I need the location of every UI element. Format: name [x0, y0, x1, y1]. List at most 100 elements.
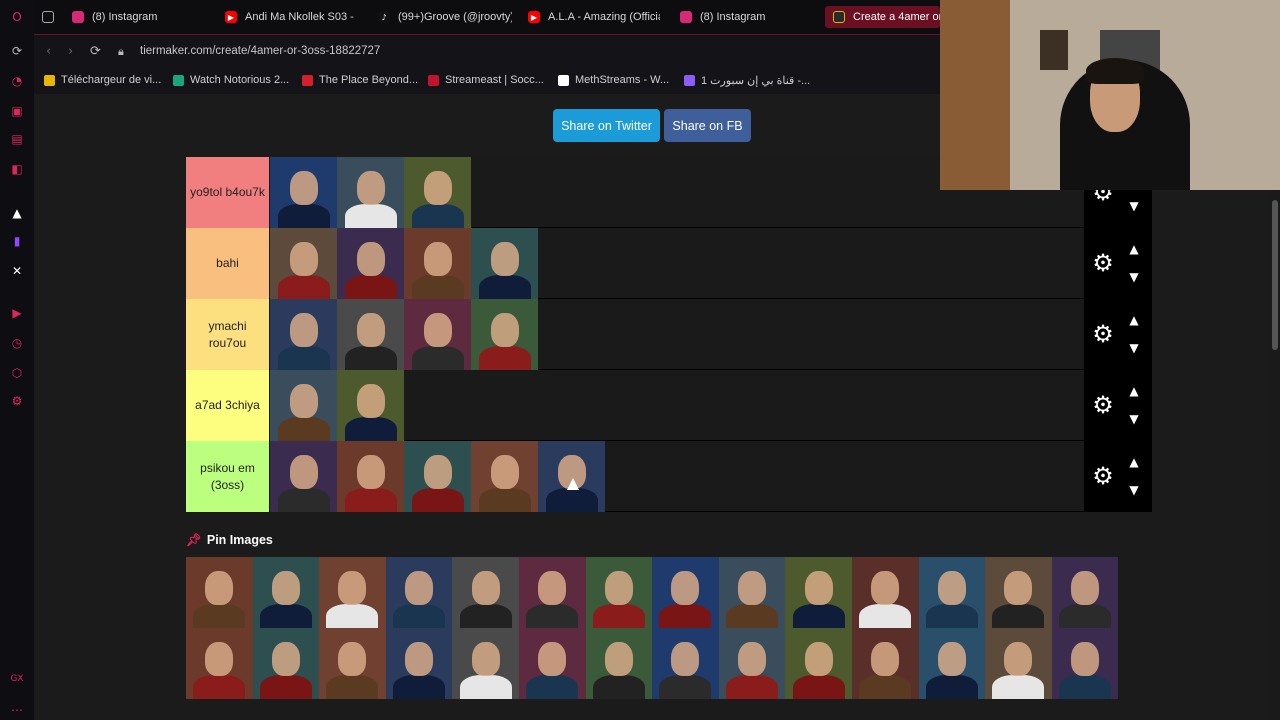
forward-icon[interactable]: › [68, 44, 73, 59]
pin-image[interactable] [851, 557, 919, 628]
pin-image[interactable] [319, 557, 386, 628]
tier-label[interactable]: bahi [186, 228, 269, 299]
bookmark-item[interactable]: The Place Beyond... [302, 74, 418, 86]
page-scrollbar[interactable] [1272, 200, 1278, 350]
move-up-icon[interactable]: ▲ [1126, 313, 1142, 327]
tier-label[interactable]: yo9tol b4ou7k [186, 157, 269, 228]
gear-icon[interactable]: ⚙ [1090, 321, 1116, 347]
pin-image[interactable] [785, 628, 852, 699]
pin-image[interactable] [385, 557, 453, 628]
speed-icon[interactable]: ◔ [8, 72, 26, 90]
pin-image[interactable] [585, 557, 653, 628]
back-icon[interactable]: ‹ [46, 44, 51, 59]
gx-icon[interactable]: ◧ [8, 160, 26, 178]
reload-icon[interactable]: ⟳ [90, 44, 101, 59]
tier-item-image[interactable] [270, 228, 337, 299]
pin-image[interactable] [985, 628, 1052, 699]
url-input[interactable]: tiermaker.com/create/4amer-or-3oss-18822… [140, 45, 380, 57]
tier-label[interactable]: a7ad 3chiya [186, 370, 269, 441]
twitch-icon[interactable]: ▮ [8, 232, 26, 250]
tier-item-image[interactable] [270, 370, 337, 441]
tier-item-image[interactable] [404, 441, 471, 512]
move-up-icon[interactable]: ▲ [1126, 384, 1142, 398]
tab-list-icon[interactable] [42, 6, 62, 28]
settings-icon[interactable]: ⚙ [8, 392, 26, 410]
bookmark-item[interactable]: Téléchargeur de vi... [44, 74, 161, 86]
move-down-icon[interactable]: ▼ [1126, 199, 1142, 213]
pin-image[interactable] [452, 628, 519, 699]
tier-item-image[interactable] [270, 157, 337, 228]
gear-icon[interactable]: ⚙ [1090, 250, 1116, 276]
share-facebook-button[interactable]: Share on FB [664, 109, 751, 142]
bookmark-item[interactable]: Watch Notorious 2... [173, 74, 289, 86]
tier-item-image[interactable] [270, 299, 337, 370]
x-icon[interactable]: ✕ [8, 262, 26, 280]
cube-icon[interactable]: ⬡ [8, 364, 26, 382]
pin-image[interactable] [252, 628, 320, 699]
move-up-icon[interactable]: ▲ [1126, 242, 1142, 256]
clock-icon[interactable]: ◷ [8, 334, 26, 352]
pin-image[interactable] [851, 628, 919, 699]
tab-youtube-2[interactable]: ▶ A.L.A - Amazing (Official [528, 6, 660, 28]
pin-image[interactable] [452, 557, 519, 628]
tier-item-image[interactable] [538, 441, 605, 512]
bookmark-item[interactable]: MethStreams - W... [558, 74, 669, 86]
tab-tiermaker[interactable]: Create a 4amer or [825, 6, 940, 28]
tier-item-image[interactable] [270, 441, 337, 512]
more-icon[interactable]: … [8, 698, 26, 716]
pin-image[interactable] [252, 557, 320, 628]
gear-icon[interactable]: ⚙ [1090, 392, 1116, 418]
tier-item-image[interactable] [337, 228, 404, 299]
bookmark-item[interactable]: Streameast | Socc... [428, 74, 544, 86]
pin-image[interactable] [186, 628, 253, 699]
pin-image[interactable] [385, 628, 453, 699]
pin-image[interactable] [985, 557, 1052, 628]
bookmark-item[interactable]: قناة بي إن سبورت 1 -... [684, 74, 810, 87]
move-down-icon[interactable]: ▼ [1126, 412, 1142, 426]
share-twitter-button[interactable]: Share on Twitter [553, 109, 660, 142]
tier-item-image[interactable] [337, 157, 404, 228]
tier-item-image[interactable] [404, 157, 471, 228]
refresh-icon[interactable]: ⟳ [8, 42, 26, 60]
tier-item-image[interactable] [337, 441, 404, 512]
pin-image[interactable] [652, 557, 719, 628]
opera-logo-icon[interactable]: O [8, 8, 26, 26]
pin-image[interactable] [518, 628, 586, 699]
move-up-icon[interactable]: ▲ [1126, 455, 1142, 469]
pin-image[interactable] [718, 557, 786, 628]
move-down-icon[interactable]: ▼ [1126, 270, 1142, 284]
tier-item-image[interactable] [471, 299, 538, 370]
tab-instagram-1[interactable]: (8) Instagram [72, 6, 212, 28]
tab-tiktok[interactable]: ♪ (99+)Groove (@jroovty) [378, 6, 512, 28]
bag-icon[interactable]: ▣ [8, 102, 26, 120]
gx-badge-icon[interactable]: GX [8, 670, 26, 688]
pin-image[interactable] [918, 628, 986, 699]
pin-image[interactable] [585, 628, 653, 699]
tab-youtube-1[interactable]: ▶ Andi Ma Nkollek S03 - E [225, 6, 355, 28]
tier-item-image[interactable] [337, 299, 404, 370]
tier-item-image[interactable] [471, 441, 538, 512]
stripes-icon[interactable]: ▤ [8, 130, 26, 148]
pin-image[interactable] [918, 557, 986, 628]
gear-icon[interactable]: ⚙ [1090, 463, 1116, 489]
tier-label[interactable]: ymachi rou7ou [186, 299, 269, 370]
move-down-icon[interactable]: ▼ [1126, 341, 1142, 355]
tier-item-image[interactable] [471, 228, 538, 299]
pin-image[interactable] [1051, 628, 1119, 699]
move-down-icon[interactable]: ▼ [1126, 483, 1142, 497]
pin-image[interactable] [718, 628, 786, 699]
tier-item-image[interactable] [404, 228, 471, 299]
arc-icon[interactable]: ▲ [8, 204, 26, 222]
pin-image[interactable] [518, 557, 586, 628]
bookmark-label: Streameast | Socc... [445, 74, 544, 86]
pin-image[interactable] [1051, 557, 1119, 628]
tier-label[interactable]: psikou em (3oss) [186, 441, 269, 512]
tier-item-image[interactable] [337, 370, 404, 441]
tier-item-image[interactable] [404, 299, 471, 370]
pin-image[interactable] [652, 628, 719, 699]
tab-instagram-2[interactable]: (8) Instagram [680, 6, 810, 28]
pin-image[interactable] [785, 557, 852, 628]
pin-image[interactable] [319, 628, 386, 699]
pin-image[interactable] [186, 557, 253, 628]
play-icon[interactable]: ▶ [8, 304, 26, 322]
